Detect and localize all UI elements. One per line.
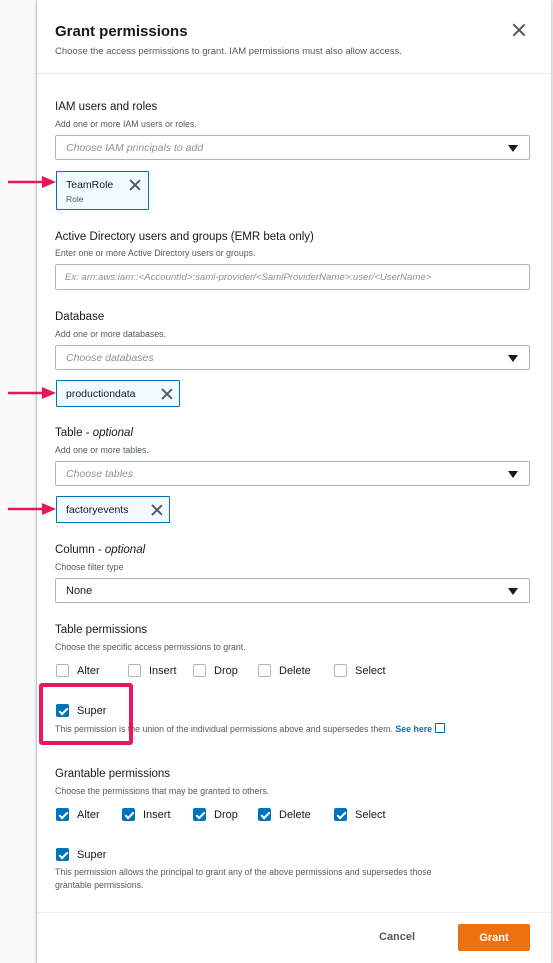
dialog-header: Grant permissions Choose the access perm… bbox=[37, 0, 551, 74]
checkbox-select[interactable]: Select bbox=[334, 664, 386, 677]
grantable-checkbox-super[interactable]: Super bbox=[56, 848, 106, 861]
external-link-icon[interactable] bbox=[435, 723, 446, 733]
column-filter-select[interactable]: None bbox=[55, 578, 530, 603]
table-description: Add one or more tables. bbox=[55, 445, 149, 455]
database-label: Database bbox=[55, 311, 105, 323]
grant-permissions-dialog: Grant permissions Choose the access perm… bbox=[37, 0, 551, 963]
token-label: factoryevents bbox=[66, 504, 129, 516]
remove-token-icon[interactable] bbox=[161, 388, 173, 400]
iam-placeholder: Choose IAM principals to add bbox=[66, 142, 204, 154]
background-page bbox=[0, 0, 37, 963]
table-placeholder: Choose tables bbox=[66, 468, 134, 480]
ad-description: Enter one or more Active Directory users… bbox=[55, 248, 256, 258]
checkbox-alter[interactable]: Alter bbox=[56, 664, 100, 677]
annotation-arrow-icon bbox=[8, 503, 56, 515]
column-filter-value: None bbox=[66, 585, 93, 597]
token-label: TeamRole bbox=[66, 179, 114, 191]
annotation-arrow-icon bbox=[8, 176, 56, 188]
database-description: Add one or more databases. bbox=[55, 329, 167, 339]
token-teamrole: TeamRole Role bbox=[56, 171, 149, 210]
annotation-arrow-icon bbox=[8, 387, 56, 399]
caret-down-icon bbox=[508, 471, 518, 478]
iam-principals-select[interactable]: Choose IAM principals to add bbox=[55, 135, 530, 160]
database-select[interactable]: Choose databases bbox=[55, 345, 530, 370]
column-label: Column - optional bbox=[55, 544, 146, 556]
token-label: productiondata bbox=[66, 388, 136, 400]
dialog-footer: Cancel Grant bbox=[37, 912, 551, 963]
grantable-checkbox-drop[interactable]: Drop bbox=[193, 808, 238, 821]
cancel-button[interactable]: Cancel bbox=[379, 931, 415, 943]
dialog-title: Grant permissions bbox=[55, 23, 188, 40]
see-here-link[interactable]: See here bbox=[395, 724, 432, 734]
iam-label: IAM users and roles bbox=[55, 101, 158, 113]
grantable-permissions-label: Grantable permissions bbox=[55, 768, 171, 780]
grant-button[interactable]: Grant bbox=[458, 924, 530, 951]
annotation-highlight-box bbox=[39, 683, 133, 745]
checkbox-drop[interactable]: Drop bbox=[193, 664, 238, 677]
ad-label: Active Directory users and groups (EMR b… bbox=[55, 231, 314, 243]
caret-down-icon bbox=[508, 355, 518, 362]
grantable-checkbox-alter[interactable]: Alter bbox=[56, 808, 100, 821]
table-label: Table - optional bbox=[55, 427, 134, 439]
token-factoryevents: factoryevents bbox=[56, 496, 170, 523]
token-sublabel: Role bbox=[66, 194, 84, 204]
remove-token-icon[interactable] bbox=[151, 504, 163, 516]
dialog-subtitle: Choose the access permissions to grant. … bbox=[55, 46, 402, 57]
grantable-super-note: This permission allows the principal to … bbox=[55, 867, 432, 890]
grantable-checkbox-select[interactable]: Select bbox=[334, 808, 386, 821]
checkbox-insert[interactable]: Insert bbox=[128, 664, 177, 677]
ad-users-input[interactable]: Ex: arn:aws:iam::<AccountId>:saml-provid… bbox=[55, 264, 530, 290]
database-placeholder: Choose databases bbox=[66, 352, 154, 364]
table-select[interactable]: Choose tables bbox=[55, 461, 530, 486]
iam-description: Add one or more IAM users or roles. bbox=[55, 119, 197, 129]
grantable-checkbox-insert[interactable]: Insert bbox=[122, 808, 171, 821]
grantable-checkbox-delete[interactable]: Delete bbox=[258, 808, 311, 821]
table-permissions-description: Choose the specific access permissions t… bbox=[55, 642, 246, 652]
close-icon[interactable] bbox=[511, 22, 527, 38]
caret-down-icon bbox=[508, 588, 518, 595]
ad-placeholder: Ex: arn:aws:iam::<AccountId>:saml-provid… bbox=[65, 272, 432, 283]
remove-token-icon[interactable] bbox=[129, 179, 141, 191]
grantable-permissions-description: Choose the permissions that may be grant… bbox=[55, 786, 270, 796]
column-description: Choose filter type bbox=[55, 562, 124, 572]
table-permissions-label: Table permissions bbox=[55, 624, 148, 636]
caret-down-icon bbox=[508, 145, 518, 152]
checkbox-delete[interactable]: Delete bbox=[258, 664, 311, 677]
token-productiondata: productiondata bbox=[56, 380, 180, 407]
